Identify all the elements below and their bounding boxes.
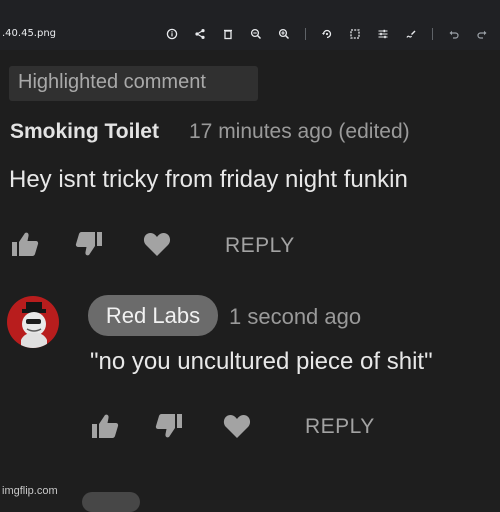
like-icon[interactable] — [8, 229, 42, 259]
comment-timestamp[interactable]: 17 minutes ago (edited) — [189, 119, 410, 145]
share-icon[interactable] — [193, 27, 207, 41]
undo-icon[interactable] — [447, 27, 461, 41]
adjust-icon[interactable] — [376, 27, 390, 41]
comment-text: Hey isnt tricky from friday night funkin — [9, 166, 408, 193]
reply-author-badge[interactable]: Red Labs — [88, 295, 218, 336]
next-comment-badge — [82, 492, 140, 512]
rotate-icon[interactable] — [320, 27, 334, 41]
imgflip-watermark: imgflip.com — [2, 485, 58, 497]
dislike-icon[interactable] — [152, 411, 186, 441]
reply-text: "no you uncultured piece of shit" — [90, 348, 433, 375]
heart-icon[interactable] — [140, 229, 174, 259]
redo-icon[interactable] — [475, 27, 489, 41]
markup-icon[interactable] — [404, 27, 418, 41]
zoom-in-icon[interactable] — [277, 27, 291, 41]
highlighted-comment-badge: Highlighted comment — [9, 66, 258, 101]
reply-button[interactable]: REPLY — [305, 414, 375, 440]
heart-icon[interactable] — [220, 411, 254, 441]
reply-timestamp[interactable]: 1 second ago — [229, 303, 361, 331]
delete-icon[interactable] — [221, 27, 235, 41]
zoom-out-icon[interactable] — [249, 27, 263, 41]
like-icon[interactable] — [88, 411, 122, 441]
toolbar-divider — [305, 28, 306, 40]
toolbar-divider — [432, 28, 433, 40]
avatar[interactable] — [7, 296, 59, 348]
reply-button[interactable]: REPLY — [225, 233, 295, 259]
file-name: .40.45.png — [2, 28, 57, 39]
crop-icon[interactable] — [348, 27, 362, 41]
image-viewer-toolbar: .40.45.png — [0, 0, 500, 50]
dislike-icon[interactable] — [72, 229, 106, 259]
info-icon[interactable] — [165, 27, 179, 41]
comment-author[interactable]: Smoking Toilet — [10, 119, 159, 145]
